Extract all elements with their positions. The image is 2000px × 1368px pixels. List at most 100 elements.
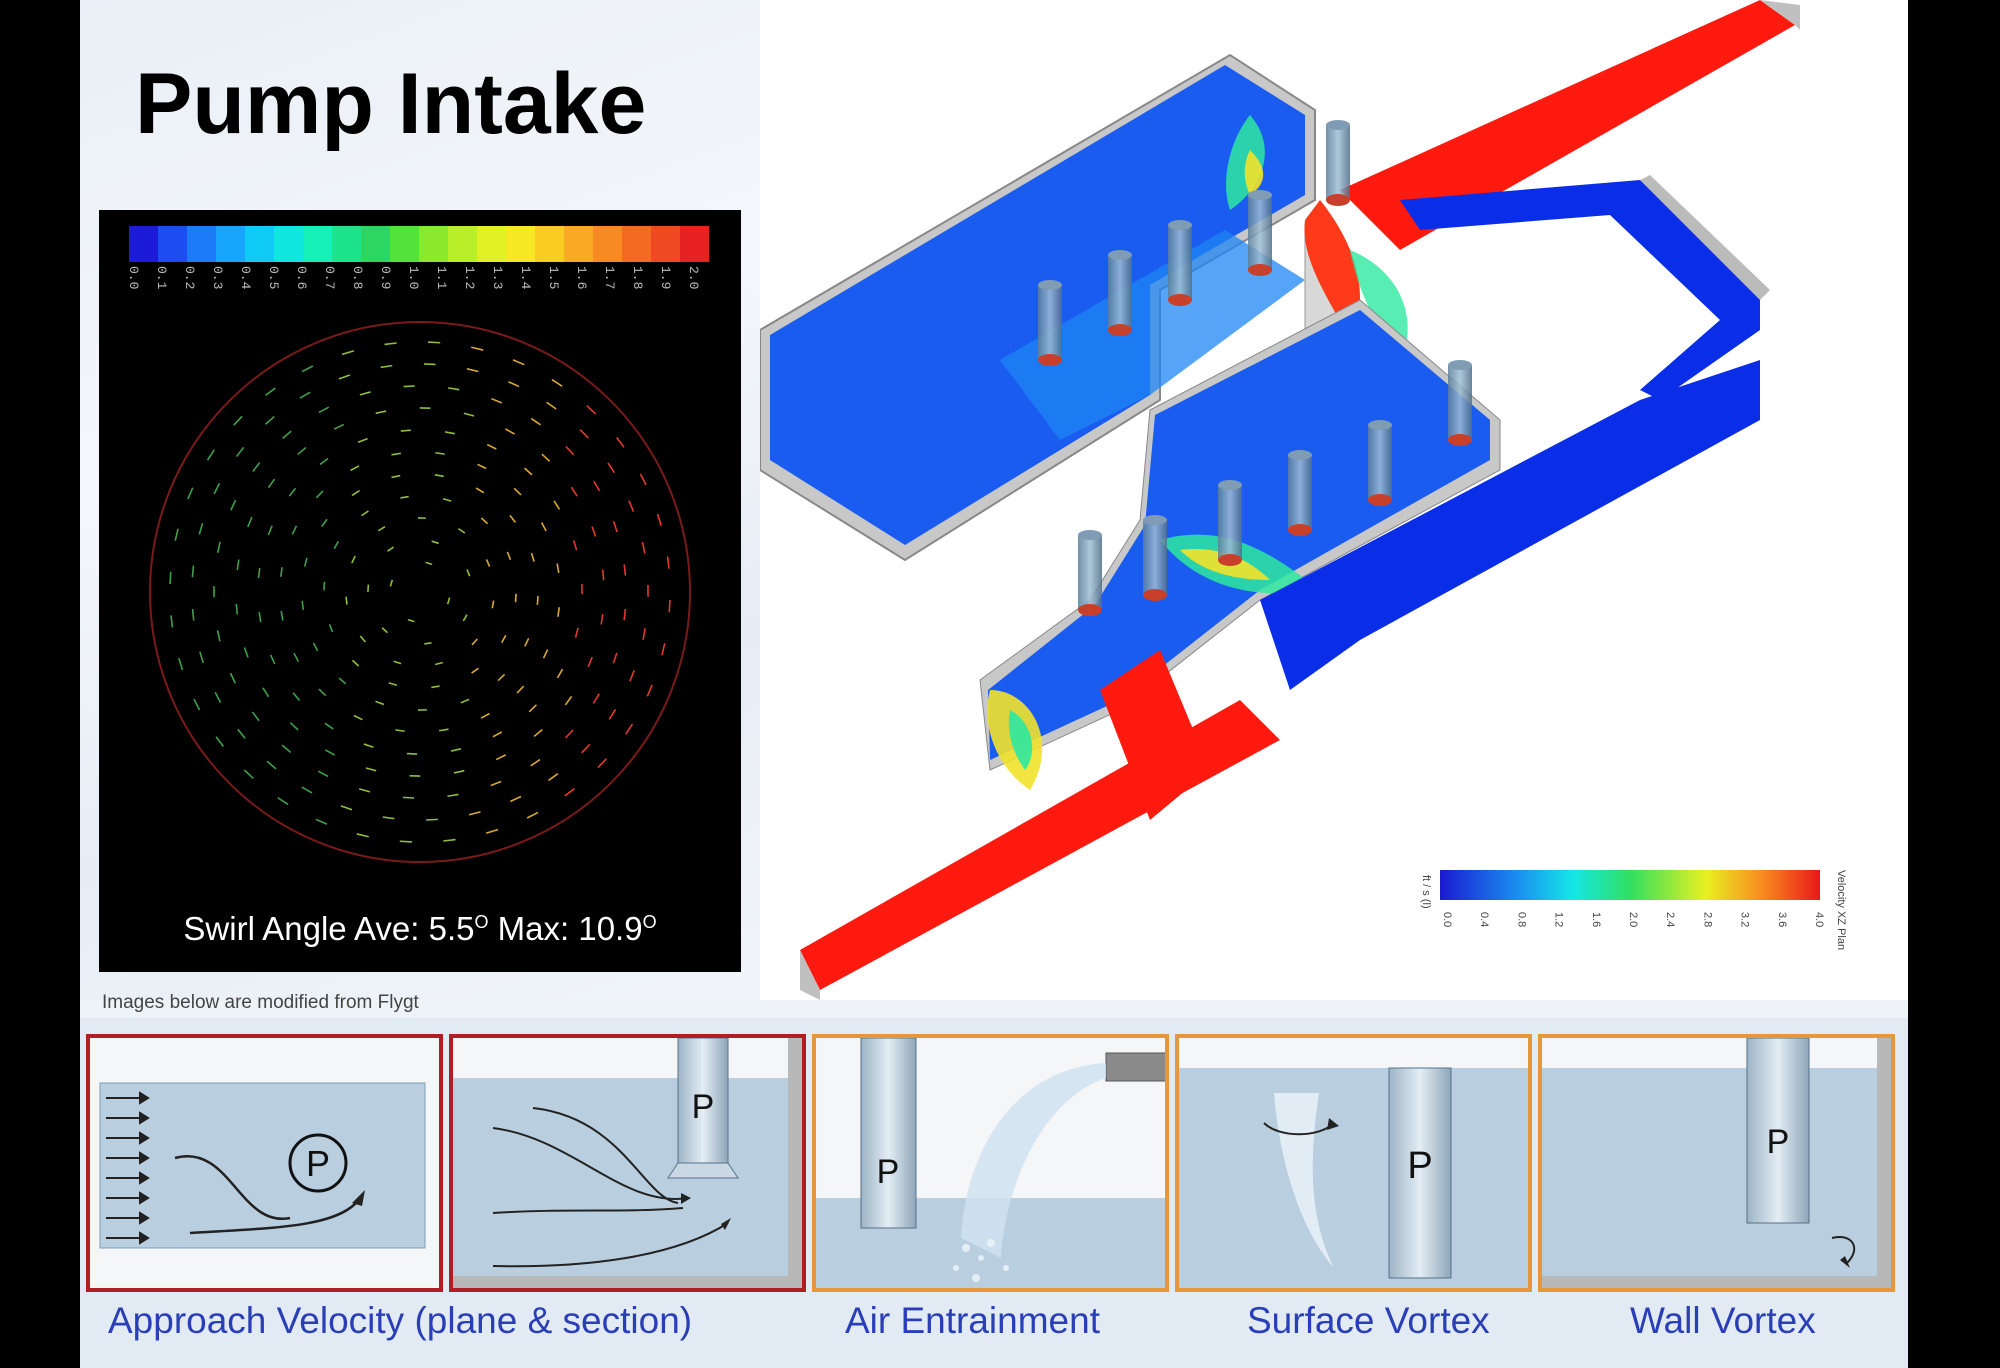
swirl-scale-tick: 0.4 [238, 266, 253, 290]
swirl-vector-arrow [581, 743, 591, 754]
velocity-tick-label: 1.6 [1590, 912, 1602, 927]
swirl-vector-arrow [570, 486, 578, 497]
swirl-vector-arrow [387, 546, 395, 552]
swirl-vector-arrow [447, 793, 459, 798]
swirl-scale-tick: 0.0 [126, 266, 141, 290]
swirl-vector-arrow [564, 695, 573, 706]
swirl-vector-arrow [319, 457, 329, 466]
swirl-vector-arrow [485, 559, 491, 567]
swirl-vector-arrow [510, 795, 522, 803]
pump-label: P [306, 1143, 330, 1184]
swirl-vector-arrow [400, 429, 411, 432]
swirl-vector-arrow [530, 552, 535, 562]
swirl-vector-arrow [462, 614, 468, 622]
swirl-vector-arrow [381, 627, 388, 634]
swirl-vector-arrow [328, 623, 334, 633]
velocity-title-label: Velocity XZ Plan [1835, 870, 1847, 950]
swirl-vector-arrow [587, 656, 593, 668]
swirl-vector-arrow [301, 786, 313, 794]
intake-boundary-circle [149, 321, 691, 863]
swirl-scale-tick: 1.9 [658, 266, 673, 290]
swirl-vector-arrow [279, 567, 283, 577]
swirl-scale-tick: 0.2 [182, 266, 197, 290]
swirl-caption-max: Max: 10.9 [488, 910, 643, 947]
swirl-vector-arrow [353, 714, 363, 721]
swirl-vector-arrow [601, 569, 605, 581]
velocity-tick-label: 3.6 [1776, 912, 1788, 927]
caption-surface-vortex: Surface Vortex [1247, 1300, 1490, 1341]
swirl-vector-arrow [367, 584, 370, 592]
swirl-scale-tick: 1.7 [602, 266, 617, 290]
swirl-vector-arrow [345, 596, 348, 605]
swirl-vector-arrow [377, 526, 386, 532]
swirl-vector-arrow [615, 436, 625, 448]
swirl-scale-tick: 2.0 [686, 266, 701, 290]
image-credit: Images below are modified from Flygt [102, 992, 419, 1013]
pump-label: P [877, 1153, 900, 1191]
velocity-legend: ft / s (l) Velocity XZ Plan 0.0 0.4 0.8 1.2… [1420, 870, 1847, 950]
swirl-vector-arrow [317, 770, 329, 778]
swirl-scale-tick: 1.6 [574, 266, 589, 290]
swirl-vector-arrow [262, 687, 270, 698]
swirl-vector-arrow [516, 685, 525, 694]
caption-approach-velocity: Approach Velocity (plane & section) [108, 1300, 693, 1341]
swirl-vector-arrow [500, 634, 507, 644]
swirl-vector-arrow [468, 811, 481, 816]
swirl-vector-arrow [608, 708, 617, 720]
swirl-scale-tick: 0.8 [350, 266, 365, 290]
swirl-vector-arrow [291, 525, 298, 535]
pump-column [1218, 480, 1242, 566]
pump-column [1326, 120, 1350, 206]
swirl-vector-arrow [251, 711, 260, 722]
swirl-vector-arrow [492, 731, 503, 738]
slide-title: Pump Intake [135, 56, 647, 152]
swirl-vector-arrow [506, 551, 512, 561]
swirl-vector-arrow [629, 669, 635, 682]
swirl-vector-arrow [324, 722, 334, 730]
swirl-vector-arrow [315, 490, 324, 499]
swirl-vector-arrow [169, 571, 172, 585]
swirl-vector-arrow [528, 704, 537, 713]
slide: Pump Intake 0.0 0.1 0.2 0.3 0.4 0.5 0.6 0.7 0.8 0… [80, 0, 1908, 1368]
swirl-vector-arrow [442, 497, 452, 502]
swirl-vector-arrow [668, 599, 671, 613]
swirl-vector-arrow [359, 635, 366, 643]
swirl-vector-arrow [358, 788, 371, 793]
panel-surface-vortex: P [1175, 1034, 1532, 1292]
swirl-vector-arrow [666, 556, 670, 569]
swirl-vector-arrow [357, 437, 368, 443]
swirl-vector-arrow [471, 667, 479, 674]
swirl-vector-arrow [491, 600, 495, 609]
swirl-vector-arrow [536, 595, 539, 605]
swirl-vector-arrow [375, 410, 387, 415]
swirl-vector-arrow [460, 698, 470, 704]
swirl-scale-tick: 0.9 [378, 266, 393, 290]
pump-column [1248, 190, 1272, 276]
swirl-vector-arrow [434, 661, 443, 666]
swirl-vector-arrow [384, 342, 397, 346]
swirl-scale-tick: 1.8 [630, 266, 645, 290]
cfd-sump-model: ft / s (l) Velocity XZ Plan 0.0 0.4 0.8 1.2… [759, 0, 1847, 1000]
swirl-vector-arrow [393, 660, 402, 665]
swirl-vector-arrow [315, 818, 328, 825]
swirl-vector-arrow [338, 374, 351, 380]
velocity-tick-label: 3.2 [1739, 912, 1751, 927]
swirl-vector-arrow [351, 555, 356, 564]
swirl-vector-arrow [424, 642, 432, 645]
swirl-vector-arrow [641, 541, 646, 554]
swirl-vector-arrow [546, 401, 557, 410]
pump-label: P [1407, 1145, 1432, 1187]
swirl-vector-arrow [191, 565, 195, 578]
surface-vortex-diagram: P [1179, 1038, 1528, 1288]
velocity-ticks: 0.0 0.4 0.8 1.2 1.6 2.0 2.4 2.8 3.2 3.6 4.0 [1441, 912, 1825, 927]
swirl-vector-arrow [199, 651, 204, 664]
swirl-color-scale [129, 226, 709, 262]
swirl-vector-arrow [213, 482, 221, 495]
swirl-vector-arrow [427, 341, 441, 344]
pump-label: P [692, 1088, 715, 1126]
swirl-vector-arrow [375, 700, 385, 706]
swirl-vector-arrow [382, 816, 395, 820]
swirl-vector-arrow [444, 431, 456, 435]
swirl-vector-arrow [556, 668, 564, 679]
swirl-vectors-svg [149, 321, 691, 863]
